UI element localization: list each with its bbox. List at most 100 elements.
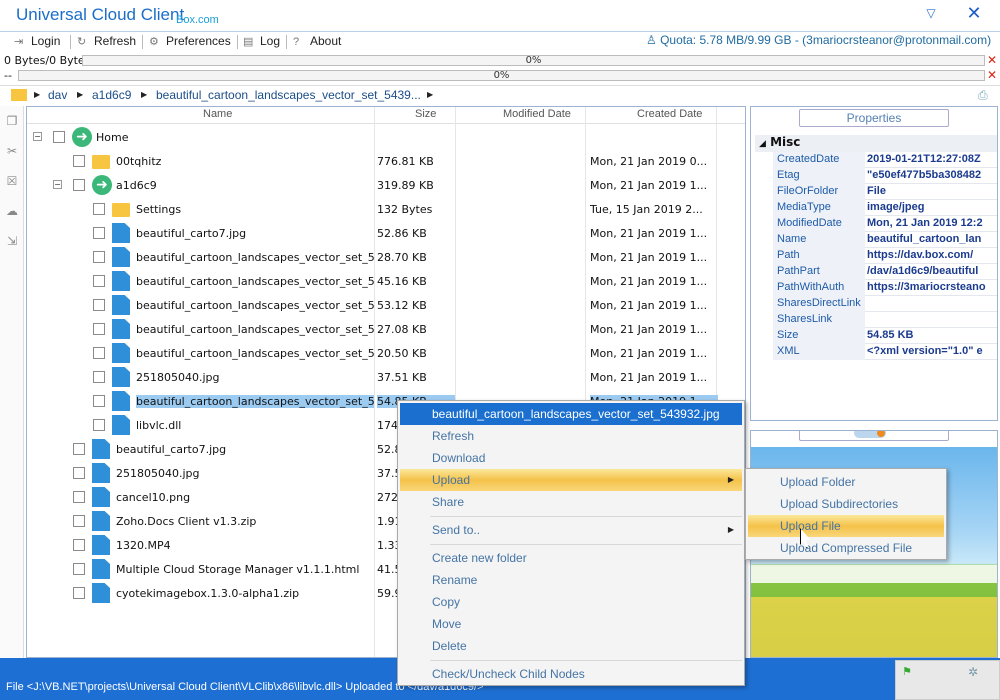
property-row[interactable]: FileOrFolder File — [773, 184, 997, 200]
cancel-icon[interactable]: ✕ — [987, 68, 997, 82]
row-checkbox[interactable] — [73, 539, 85, 551]
tray-icon[interactable]: ✲ — [968, 665, 978, 679]
breadcrumb-item[interactable]: beautiful_cartoon_landscapes_vector_set_… — [156, 88, 421, 102]
row-checkbox[interactable] — [93, 251, 105, 263]
breadcrumb-item[interactable]: dav — [48, 88, 67, 102]
quota-label: ♙ Quota: 5.78 MB/9.99 GB - (3mariocrstea… — [646, 33, 991, 47]
row-checkbox[interactable] — [93, 371, 105, 383]
quota-text: Quota: 5.78 MB/9.99 GB - (3mariocrsteano… — [660, 33, 992, 47]
preferences-button[interactable]: ⚙ Preferences — [149, 32, 231, 52]
property-row[interactable]: SharesLink — [773, 312, 997, 328]
tree-row[interactable]: beautiful_carto7.jpg 52.86 KB Mon, 21 Jan … — [27, 221, 717, 245]
column-created[interactable]: Created Date — [637, 108, 702, 120]
about-button[interactable]: ? About — [293, 32, 341, 52]
preview-toggle[interactable] — [799, 431, 949, 441]
login-label: Login — [31, 34, 61, 48]
menu-item-share[interactable]: Share — [400, 491, 742, 513]
upload-icon[interactable]: ☁ — [4, 204, 20, 220]
column-size[interactable]: Size — [415, 108, 436, 120]
cancel-icon[interactable]: ✕ — [987, 53, 997, 67]
property-value: image/jpeg — [867, 201, 925, 213]
refresh-button[interactable]: ↻ Refresh — [77, 32, 136, 52]
property-row[interactable]: PathPart/dav/a1d6c9/beautiful — [773, 264, 997, 280]
log-button[interactable]: ▤ Log — [243, 32, 280, 52]
tree-row[interactable]: − ➜ Home — [27, 125, 717, 149]
property-row[interactable]: Etag "e50ef477b5ba308482 — [773, 168, 997, 184]
tree-row[interactable]: 00tqhitz 776.81 KB Mon, 21 Jan 2019 0... — [27, 149, 717, 173]
row-checkbox[interactable] — [93, 419, 105, 431]
property-key: ModifiedDate — [777, 217, 842, 229]
property-row[interactable]: ModifiedDate Mon, 21 Jan 2019 12:2 — [773, 216, 997, 232]
file-icon — [112, 247, 130, 267]
toggle-switch[interactable] — [854, 431, 886, 438]
row-checkbox[interactable] — [93, 395, 105, 407]
row-checkbox[interactable] — [73, 467, 85, 479]
row-checkbox[interactable] — [73, 563, 85, 575]
tree-row[interactable]: beautiful_cartoon_landscapes_vector_set_… — [27, 341, 717, 365]
property-group[interactable]: ◢ Misc — [755, 135, 997, 152]
property-row[interactable]: Size 54.85 KB — [773, 328, 997, 344]
folder-icon[interactable] — [11, 89, 27, 101]
copy-icon[interactable]: ❐ — [4, 114, 20, 130]
move-icon[interactable]: ⇲ — [4, 234, 20, 250]
menu-item-send-to[interactable]: Send to.. ▶ — [400, 519, 742, 541]
row-checkbox[interactable] — [93, 347, 105, 359]
submenu-item-upload-compressed-file[interactable]: Upload Compressed File — [748, 537, 944, 559]
tree-row[interactable]: beautiful_cartoon_landscapes_vector_set_… — [27, 317, 717, 341]
close-button[interactable]: ✕ — [964, 3, 984, 25]
chevron-right-icon: ▶ — [727, 525, 734, 534]
property-row[interactable]: Name beautiful_cartoon_lan — [773, 232, 997, 248]
menu-item-rename[interactable]: Rename — [400, 569, 742, 591]
menu-item-check-child-nodes[interactable]: Check/Uncheck Child Nodes — [400, 663, 742, 685]
submenu-item-upload-file[interactable]: Upload File — [748, 515, 944, 537]
menu-item-copy[interactable]: Copy — [400, 591, 742, 613]
minimize-button[interactable]: ▽ — [922, 6, 940, 24]
submenu-item-upload-folder[interactable]: Upload Folder — [748, 471, 944, 493]
row-checkbox[interactable] — [93, 227, 105, 239]
menu-item-move[interactable]: Move — [400, 613, 742, 635]
tree-row[interactable]: 251805040.jpg 37.51 KB Mon, 21 Jan 2019 1.… — [27, 365, 717, 389]
menu-item-download[interactable]: Download — [400, 447, 742, 469]
tray-icon[interactable]: ⚑ — [902, 665, 912, 678]
row-checkbox[interactable] — [93, 275, 105, 287]
row-checkbox[interactable] — [53, 131, 65, 143]
delete-icon[interactable]: ☒ — [4, 174, 20, 190]
row-checkbox[interactable] — [93, 299, 105, 311]
property-row[interactable]: XML <?xml version="1.0" e — [773, 344, 997, 360]
tree-row[interactable]: Settings 132 Bytes Tue, 15 Jan 2019 2... — [27, 197, 717, 221]
collapse-icon[interactable]: ◢ — [759, 139, 766, 149]
tree-row[interactable]: beautiful_cartoon_landscapes_vector_set_… — [27, 245, 717, 269]
breadcrumb-item[interactable]: a1d6c9 — [92, 88, 131, 102]
row-checkbox[interactable] — [73, 491, 85, 503]
property-row[interactable]: PathWithAuth https://3mariocrsteano — [773, 280, 997, 296]
row-checkbox[interactable] — [73, 443, 85, 455]
menu-item-create-folder[interactable]: Create new folder — [400, 547, 742, 569]
menu-item-delete[interactable]: Delete — [400, 635, 742, 657]
column-modified[interactable]: Modified Date — [503, 108, 571, 120]
row-checkbox[interactable] — [73, 515, 85, 527]
property-row[interactable]: CreatedDate 2019-01-21T12:27:08Z — [773, 152, 997, 168]
progress-label: 0 Bytes/0 Bytes — [4, 54, 91, 67]
collapse-toggle-icon[interactable]: − — [33, 132, 42, 141]
tree-row[interactable]: beautiful_cartoon_landscapes_vector_set_… — [27, 269, 717, 293]
column-name[interactable]: Name — [203, 108, 232, 120]
menu-item-refresh[interactable]: Refresh — [400, 425, 742, 447]
tree-row[interactable]: − ➜ a1d6c9 319.89 KB Mon, 21 Jan 2019 1... — [27, 173, 717, 197]
property-row[interactable]: MediaType image/jpeg — [773, 200, 997, 216]
property-key: FileOrFolder — [777, 185, 839, 197]
property-row[interactable]: SharesDirectLink — [773, 296, 997, 312]
property-row[interactable]: Path https://dav.box.com/ — [773, 248, 997, 264]
printer-icon[interactable]: ⎙ — [978, 88, 988, 103]
row-created-date: Mon, 21 Jan 2019 1... — [590, 179, 708, 192]
login-button[interactable]: ⇥ Login — [14, 32, 60, 52]
collapse-toggle-icon[interactable]: − — [53, 180, 62, 189]
submenu-item-upload-subdirectories[interactable]: Upload Subdirectories — [748, 493, 944, 515]
row-checkbox[interactable] — [93, 323, 105, 335]
cut-icon[interactable]: ✂ — [4, 144, 20, 160]
row-checkbox[interactable] — [73, 179, 85, 191]
menu-item-upload[interactable]: Upload ▶ — [400, 469, 742, 491]
row-checkbox[interactable] — [73, 155, 85, 167]
tree-row[interactable]: beautiful_cartoon_landscapes_vector_set_… — [27, 293, 717, 317]
row-checkbox[interactable] — [73, 587, 85, 599]
row-checkbox[interactable] — [93, 203, 105, 215]
